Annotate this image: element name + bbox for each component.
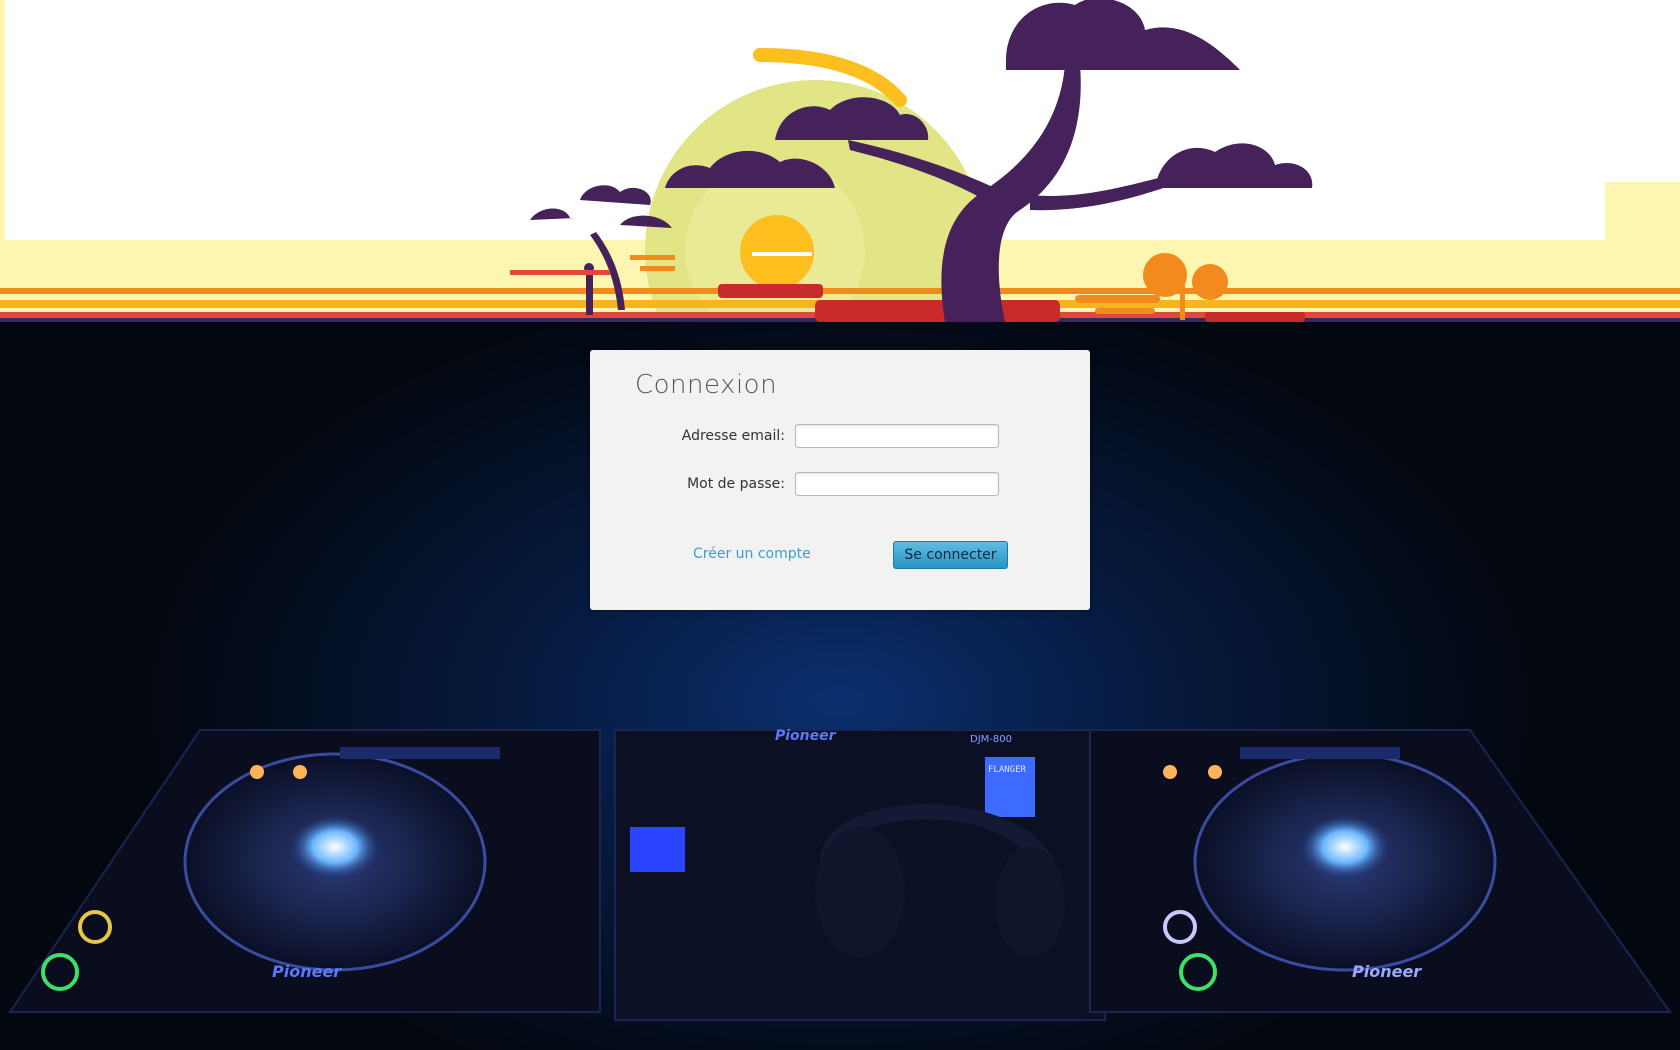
header-banner: [0, 0, 1680, 322]
mixer-brand-label: Pioneer: [775, 728, 837, 744]
mixer-model-label: DJM-800: [970, 734, 1012, 745]
login-submit-button[interactable]: Se connecter: [893, 541, 1008, 569]
email-label: Adresse email:: [681, 428, 785, 444]
password-label: Mot de passe:: [687, 476, 785, 492]
mixer: FLANGER DJM-800 Pioneer: [614, 728, 1106, 1021]
right-turntable: Pioneer: [1089, 729, 1672, 1013]
left-turntable: Pioneer: [8, 729, 601, 1013]
left-brand-label: Pioneer: [272, 962, 342, 981]
mixer-screen-label: FLANGER: [988, 765, 1027, 775]
email-input[interactable]: [795, 424, 999, 448]
savanna-illustration: [0, 0, 1680, 322]
password-input[interactable]: [795, 472, 999, 496]
login-title: Connexion: [635, 370, 778, 400]
right-brand-label: Pioneer: [1352, 962, 1422, 981]
login-card: Connexion Adresse email: Mot de passe: C…: [590, 350, 1090, 610]
create-account-link[interactable]: Créer un compte: [693, 546, 811, 562]
